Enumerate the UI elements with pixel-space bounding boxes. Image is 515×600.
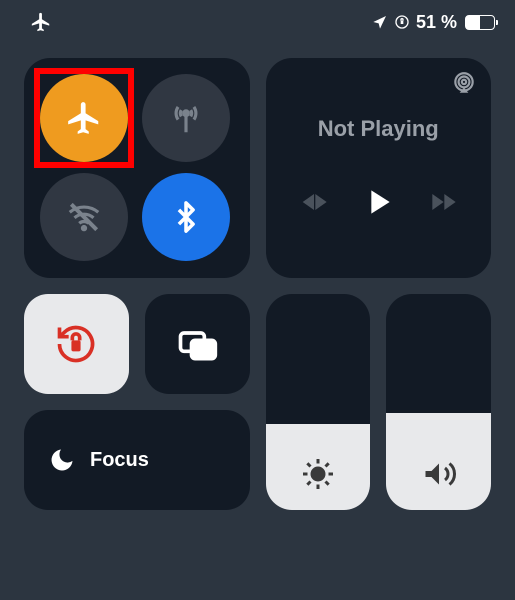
battery-percent-label: 51 % [416, 12, 457, 33]
wifi-off-icon [65, 198, 103, 236]
media-title-label: Not Playing [284, 116, 474, 142]
antenna-icon [167, 99, 205, 137]
play-button[interactable] [358, 182, 398, 222]
airplane-mode-icon [30, 11, 52, 33]
next-track-button[interactable] [427, 186, 459, 218]
volume-fill [386, 413, 491, 510]
brightness-icon [300, 456, 336, 492]
focus-mode-button[interactable]: Focus [24, 410, 250, 510]
screen-mirroring-icon [175, 322, 219, 366]
status-bar-left [30, 11, 52, 33]
status-bar: 51 % [0, 0, 515, 40]
media-controls [284, 182, 474, 222]
volume-slider[interactable] [386, 294, 491, 510]
rotation-lock-icon [54, 322, 98, 366]
airplane-mode-toggle[interactable] [40, 74, 128, 162]
airplay-icon[interactable] [451, 70, 477, 96]
bluetooth-icon [169, 200, 203, 234]
battery-icon [465, 15, 495, 30]
airplane-icon [65, 99, 103, 137]
control-center-grid: Not Playing [0, 40, 515, 528]
orientation-lock-icon [394, 14, 410, 30]
brightness-fill [266, 424, 371, 510]
status-bar-right: 51 % [372, 12, 495, 33]
cellular-data-toggle[interactable] [142, 74, 230, 162]
wifi-toggle[interactable] [40, 173, 128, 261]
media-playback-module[interactable]: Not Playing [266, 58, 492, 278]
connectivity-module[interactable] [24, 58, 250, 278]
volume-icon [421, 456, 457, 492]
previous-track-button[interactable] [298, 186, 330, 218]
location-icon [372, 14, 388, 30]
moon-icon [48, 446, 76, 474]
orientation-lock-toggle[interactable] [24, 294, 129, 394]
focus-label: Focus [90, 449, 149, 472]
bluetooth-toggle[interactable] [142, 173, 230, 261]
brightness-slider[interactable] [266, 294, 371, 510]
screen-mirroring-button[interactable] [145, 294, 250, 394]
